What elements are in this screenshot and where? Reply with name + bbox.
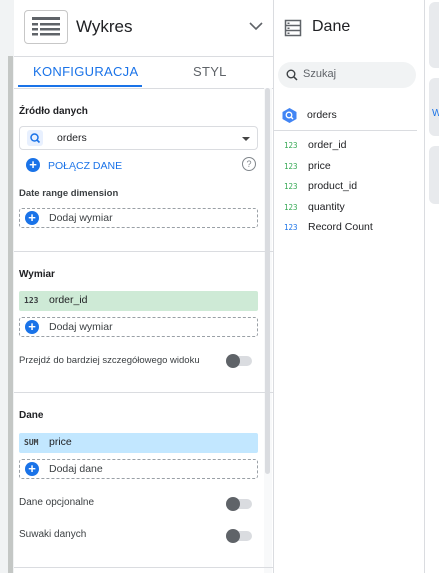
- field-search-input[interactable]: Szukaj: [278, 62, 416, 88]
- field-order-id[interactable]: 123 order_id: [284, 139, 347, 151]
- number-type-tag: 123: [284, 141, 298, 150]
- data-fields-panel: Dane Szukaj orders 123 order_id 123 pric…: [274, 0, 425, 573]
- help-icon[interactable]: ?: [242, 157, 256, 171]
- field-name: price: [308, 160, 331, 172]
- add-data-link[interactable]: POŁĄCZ DANE: [48, 160, 122, 172]
- metric-chip-label: price: [49, 436, 72, 448]
- field-name: order_id: [308, 139, 347, 151]
- drill-down-toggle[interactable]: [226, 354, 252, 368]
- metric-sliders-toggle[interactable]: [226, 529, 252, 543]
- table-chart-icon[interactable]: [24, 10, 68, 44]
- data-source-name: orders: [307, 109, 337, 121]
- data-source-name: orders: [57, 132, 87, 144]
- toggle-knob: [226, 354, 240, 368]
- field-price[interactable]: 123 price: [284, 160, 331, 172]
- section-divider: [14, 567, 273, 568]
- toggle-knob: [226, 497, 240, 511]
- search-placeholder: Szukaj: [303, 68, 337, 80]
- active-tab-indicator: [18, 85, 142, 87]
- chart-panel-title: Wykres: [76, 17, 133, 36]
- sum-aggregation-tag: SUM: [24, 438, 39, 447]
- data-source-title: Źródło danych: [19, 106, 88, 117]
- side-card[interactable]: [429, 146, 439, 204]
- section-divider: [14, 251, 273, 252]
- toggle-knob: [226, 529, 240, 543]
- side-card[interactable]: [429, 2, 439, 68]
- data-source-select[interactable]: orders: [19, 126, 258, 150]
- database-icon: [284, 19, 302, 37]
- date-range-label: Date range dimension: [19, 188, 119, 199]
- dimension-title: Wymiar: [19, 269, 55, 280]
- add-date-range-dimension[interactable]: + Dodaj wymiar: [19, 208, 258, 228]
- left-scroll-edge: [8, 56, 13, 573]
- add-metric[interactable]: + Dodaj dane: [19, 459, 258, 479]
- number-type-tag: 123: [284, 182, 298, 191]
- add-metric-label: Dodaj dane: [49, 463, 103, 475]
- optional-metrics-toggle[interactable]: [226, 497, 252, 511]
- dimension-chip-label: order_id: [49, 294, 88, 306]
- side-card[interactable]: W: [429, 78, 439, 136]
- bigquery-icon: [27, 130, 43, 146]
- right-edge-strip: W: [425, 0, 439, 573]
- section-divider: [14, 392, 273, 393]
- metric-title: Dane: [19, 410, 44, 421]
- field-quantity[interactable]: 123 quantity: [284, 201, 345, 213]
- plus-icon: +: [25, 211, 39, 225]
- search-icon: [286, 69, 298, 81]
- data-source-row[interactable]: orders: [274, 100, 417, 131]
- dimension-chip-order-id[interactable]: 123 order_id: [19, 291, 258, 311]
- bigquery-icon: [282, 108, 297, 123]
- data-panel-title: Dane: [312, 18, 351, 35]
- dropdown-arrow-icon: [242, 137, 250, 141]
- left-edge-strip: [0, 0, 14, 573]
- number-type-tag: 123: [284, 223, 298, 232]
- data-panel-header: Dane: [274, 0, 424, 56]
- panel-scrollbar[interactable]: [264, 88, 272, 478]
- field-name: Record Count: [308, 221, 373, 233]
- chart-panel-header: Wykres: [14, 0, 273, 57]
- number-type-tag: 123: [24, 296, 39, 305]
- scrollbar-thumb[interactable]: [265, 88, 270, 474]
- add-dimension-label: Dodaj wymiar: [49, 212, 113, 224]
- partial-label: W: [432, 108, 439, 119]
- chevron-down-icon[interactable]: [248, 18, 264, 34]
- tab-configuration[interactable]: KONFIGURACJA: [33, 64, 138, 79]
- drill-down-label: Przejdź do bardziej szczegółowego widoku: [19, 355, 200, 366]
- field-name: quantity: [308, 201, 345, 213]
- add-dimension[interactable]: + Dodaj wymiar: [19, 317, 258, 337]
- add-dimension-label: Dodaj wymiar: [49, 321, 113, 333]
- metric-sliders-label: Suwaki danych: [19, 529, 87, 540]
- field-product-id[interactable]: 123 product_id: [284, 180, 357, 192]
- add-data-plus-icon[interactable]: +: [26, 158, 40, 172]
- metric-chip-price[interactable]: SUM price: [19, 433, 258, 453]
- number-type-tag: 123: [284, 162, 298, 171]
- plus-icon: +: [25, 320, 39, 334]
- chart-panel-tabs: KONFIGURACJA STYL: [14, 56, 273, 89]
- field-record-count[interactable]: 123 Record Count: [284, 221, 373, 233]
- optional-metrics-label: Dane opcjonalne: [19, 497, 95, 508]
- number-type-tag: 123: [284, 203, 298, 212]
- tab-style[interactable]: STYL: [193, 64, 227, 79]
- chart-properties-panel: Wykres KONFIGURACJA STYL Źródło danych o…: [14, 0, 274, 573]
- plus-icon: +: [25, 462, 39, 476]
- field-name: product_id: [308, 180, 358, 192]
